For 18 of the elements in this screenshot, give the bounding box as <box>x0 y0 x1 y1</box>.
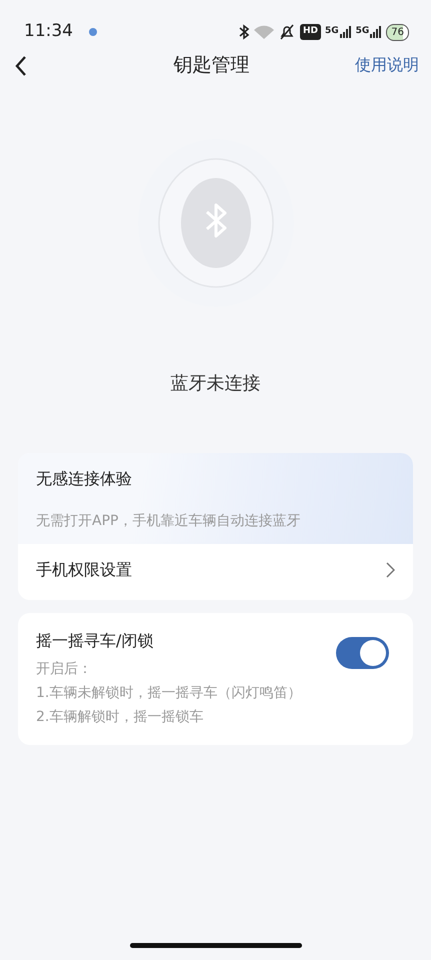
description-line: 开启后： <box>36 660 93 679</box>
chevron-icon <box>386 562 395 578</box>
card-title: 无感连接体验 <box>36 468 133 490</box>
help-link[interactable]: 使用说明 <box>355 53 419 77</box>
description-line: 1.车辆未解锁时，摇一摇寻车（闪灯鸣笛） <box>36 684 302 703</box>
wifi-icon <box>254 24 274 40</box>
card-description: 无需打开APP，手机靠近车辆自动连接蓝牙 <box>36 512 302 531</box>
toggle-switch[interactable] <box>336 637 389 669</box>
card-title: 摇一摇寻车/闭锁 <box>36 630 154 652</box>
description-line: 2.车辆解锁时，摇一摇锁车 <box>36 708 204 727</box>
mute-icon <box>278 24 296 40</box>
page-title: 钥匙管理 <box>172 52 250 78</box>
connection-status: 蓝牙未连接 <box>170 372 262 396</box>
clock: 11:34 <box>24 20 73 44</box>
bluetooth-icon <box>238 24 250 40</box>
hd-badge: HD <box>300 24 321 40</box>
location-icon <box>89 28 97 36</box>
battery-icon: 76 <box>386 24 409 40</box>
